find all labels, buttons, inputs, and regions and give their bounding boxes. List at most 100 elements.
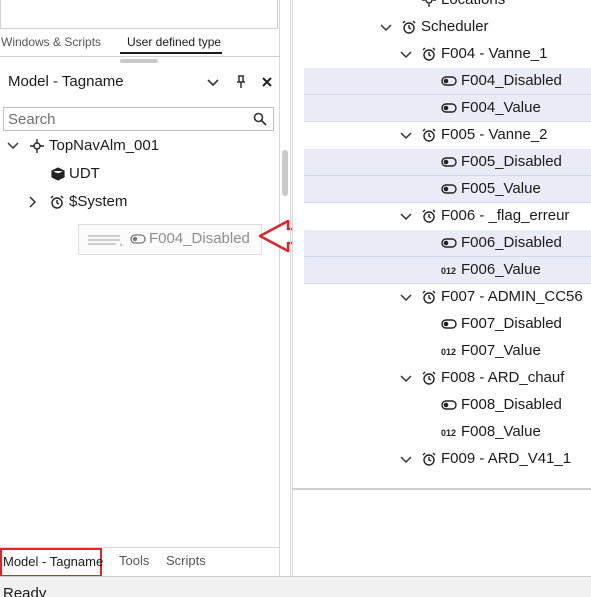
search-input[interactable] — [8, 110, 248, 129]
tree-node-system[interactable]: $System — [26, 192, 226, 214]
tree-row[interactable]: F008 - ARD_chauf — [304, 365, 591, 392]
left-scrollbar[interactable] — [282, 150, 288, 196]
panel-splitter — [0, 56, 280, 57]
toggle-icon — [441, 238, 457, 248]
alarm-clock-icon — [422, 209, 436, 223]
toggle-icon — [441, 400, 457, 410]
svg-text:012: 012 — [441, 266, 456, 276]
tree-row-label: Scheduler — [421, 18, 489, 35]
tree-row-label: F005_Value — [461, 180, 541, 197]
chevron-right-icon[interactable] — [26, 195, 40, 209]
chevron-down-icon[interactable] — [379, 21, 393, 35]
tree-row[interactable]: F006 - _flag_erreur — [304, 203, 591, 230]
numeric-icon: 012 — [441, 428, 456, 438]
tab-user-defined-type[interactable]: User defined type — [127, 35, 221, 49]
active-tab-underline — [120, 52, 222, 54]
bottom-tabs: Model - Tagname Tools Scripts — [0, 547, 280, 577]
tree-node-label: UDT — [69, 165, 100, 182]
tree-row-label: F008 - ARD_chauf — [441, 369, 565, 386]
close-icon[interactable] — [260, 73, 274, 96]
chevron-down-icon[interactable] — [399, 453, 413, 467]
tree-row[interactable]: F004 - Vanne_1 — [304, 41, 591, 68]
alarm-clock-icon — [402, 20, 416, 34]
toggle-icon — [441, 157, 457, 167]
drag-preview: F004_Disabled — [78, 224, 262, 255]
tree-row[interactable]: F005_Value — [304, 176, 591, 203]
tree-row-label: F006_Value — [461, 261, 541, 278]
tree-row[interactable]: F009 - ARD_V41_1 — [304, 446, 591, 473]
toggle-icon — [441, 319, 457, 329]
search-box — [3, 107, 274, 131]
tree-row[interactable]: F007 - ADMIN_CC56 — [304, 284, 591, 311]
tree-row-label: Locations — [441, 0, 505, 8]
top-panel-content — [0, 0, 278, 29]
tree-row-label: F009 - ARD_V41_1 — [441, 450, 572, 467]
tree-node-label: $System — [69, 193, 128, 210]
svg-text:012: 012 — [441, 428, 456, 438]
tab-model-tagname[interactable]: Model - Tagname — [0, 548, 103, 577]
chevron-down-icon[interactable] — [399, 372, 413, 386]
search-icon[interactable] — [253, 112, 267, 126]
tree-node-topnavalm[interactable]: TopNavAlm_001 — [6, 136, 266, 158]
numeric-icon: 012 — [441, 266, 456, 276]
chevron-down-icon[interactable] — [206, 73, 220, 95]
status-bar: Ready — [0, 576, 591, 597]
panel-title: Model - Tagname — [8, 73, 124, 90]
chevron-down-icon[interactable] — [6, 139, 20, 153]
drag-preview-label: F004_Disabled — [149, 230, 250, 247]
alarm-clock-icon — [422, 290, 436, 304]
tab-windows-scripts[interactable]: Windows & Scripts — [1, 35, 101, 49]
right-tree-panel: Locations Scheduler F004 - Vanne_1 F004_Dis… — [292, 0, 591, 489]
tree-node-label: TopNavAlm_001 — [49, 137, 160, 154]
drag-lines-icon — [88, 235, 123, 247]
cube-icon — [51, 167, 65, 181]
tree-row[interactable]: F006_Disabled — [304, 230, 591, 257]
tab-scripts[interactable]: Scripts — [166, 548, 206, 577]
chevron-down-icon[interactable] — [399, 210, 413, 224]
tree-row[interactable]: 012 F007_Value — [304, 338, 591, 365]
svg-text:012: 012 — [441, 347, 456, 357]
tree-row[interactable]: F007_Disabled — [304, 311, 591, 338]
alarm-clock-icon — [422, 371, 436, 385]
tree-row[interactable]: F005 - Vanne_2 — [304, 122, 591, 149]
chevron-down-icon[interactable] — [399, 291, 413, 305]
splitter-grip[interactable] — [120, 59, 158, 63]
alarm-clock-icon — [422, 47, 436, 61]
status-text: Ready — [3, 585, 47, 597]
pin-icon[interactable] — [234, 73, 248, 95]
tree-row[interactable]: F004_Value — [304, 95, 591, 122]
tree-row-label: F006 - _flag_erreur — [441, 207, 570, 224]
alarm-clock-icon — [422, 452, 436, 466]
chevron-down-icon[interactable] — [399, 129, 413, 143]
tree-node-udt[interactable]: UDT — [50, 164, 250, 186]
tree-row-label: F007_Disabled — [461, 315, 562, 332]
vertical-splitter[interactable] — [290, 0, 291, 576]
tree-row-label: F005 - Vanne_2 — [441, 126, 548, 143]
toggle-icon — [130, 234, 146, 244]
tree-row-label: F008_Disabled — [461, 396, 562, 413]
tree-row[interactable]: F004_Disabled — [304, 68, 591, 95]
tree-row-label: F006_Disabled — [461, 234, 562, 251]
alarm-clock-icon — [422, 128, 436, 142]
tree-row-label: F007_Value — [461, 342, 541, 359]
tree-row[interactable]: Scheduler — [304, 14, 591, 41]
tab-tools[interactable]: Tools — [119, 548, 149, 577]
tree-row-label: F004_Value — [461, 99, 541, 116]
toggle-icon — [441, 76, 457, 86]
tree-row[interactable]: F005_Disabled — [304, 149, 591, 176]
numeric-icon: 012 — [441, 347, 456, 357]
chevron-down-icon[interactable] — [399, 48, 413, 62]
tree-row-label: F005_Disabled — [461, 153, 562, 170]
toggle-icon — [441, 184, 457, 194]
tree-row[interactable]: Locations — [304, 0, 591, 14]
tree-row[interactable]: F008_Disabled — [304, 392, 591, 419]
tree-row[interactable]: 012 F008_Value — [304, 419, 591, 446]
tree-row-label: F007 - ADMIN_CC56 — [441, 288, 583, 305]
tree-row-label: F004_Disabled — [461, 72, 562, 89]
left-panel: Windows & Scripts User defined type Mode… — [0, 0, 280, 576]
alarm-clock-icon — [50, 195, 64, 209]
tree-row-label: F008_Value — [461, 423, 541, 440]
tree-row[interactable]: 012 F006_Value — [304, 257, 591, 284]
top-panel-tabs: Windows & Scripts User defined type — [0, 33, 278, 54]
network-icon — [30, 139, 44, 153]
